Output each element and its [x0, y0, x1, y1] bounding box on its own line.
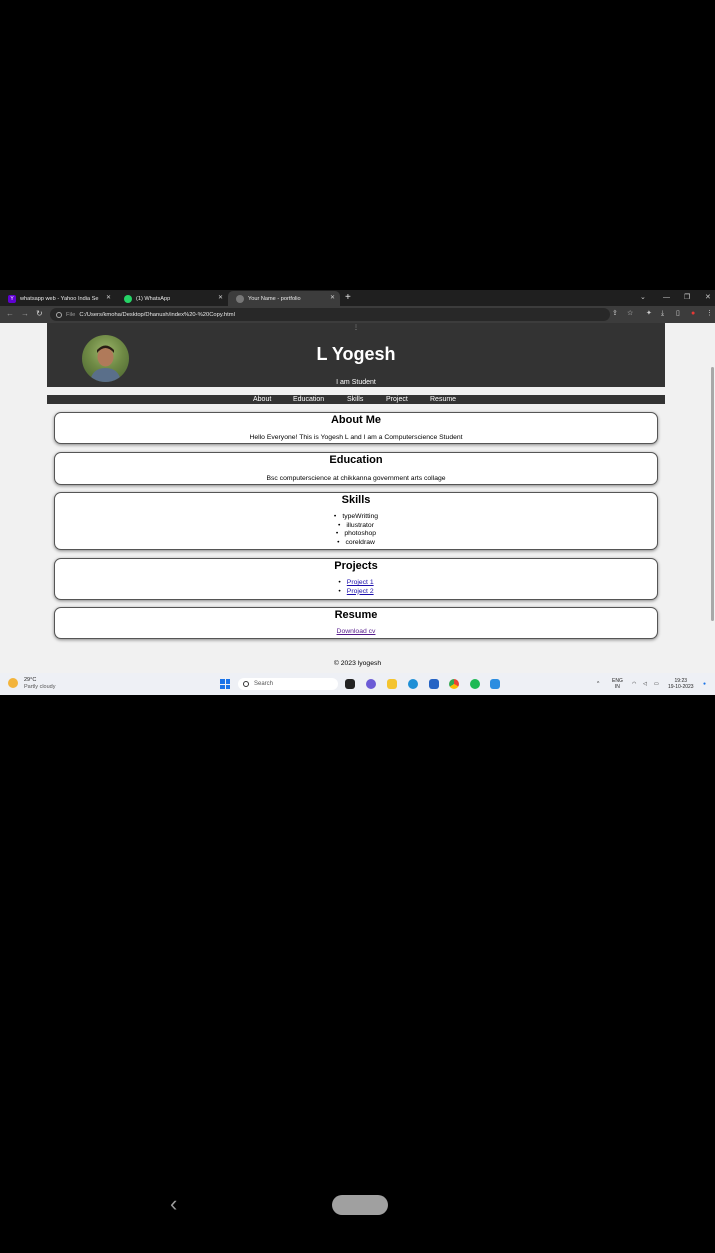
- list-item: Project 1: [55, 579, 657, 588]
- projects-section: Projects Project 1 Project 2: [54, 558, 658, 600]
- project-2-link[interactable]: Project 2: [347, 588, 374, 595]
- clock-date: 19-10-2023: [668, 684, 694, 690]
- info-icon[interactable]: [56, 311, 62, 318]
- extensions-icon[interactable]: ✦: [646, 309, 652, 318]
- android-home-pill[interactable]: [332, 1195, 388, 1215]
- project-1-link[interactable]: Project 1: [347, 579, 374, 586]
- close-icon[interactable]: ✕: [106, 294, 111, 301]
- skills-list: typeWritting illustrator photoshop corel…: [55, 513, 657, 547]
- task-view-icon[interactable]: [345, 679, 355, 689]
- list-item: typeWritting: [55, 513, 657, 522]
- dots-icon: ⋮: [353, 325, 359, 331]
- vscode-icon[interactable]: [490, 679, 500, 689]
- back-icon[interactable]: ←: [6, 309, 14, 319]
- about-text: Hello Everyone! This is Yogesh L and I a…: [249, 434, 463, 441]
- new-tab-button[interactable]: +: [345, 292, 351, 303]
- education-section: Education Bsc computerscience at chikkan…: [54, 452, 658, 485]
- tab-search-icon[interactable]: ⌄: [640, 293, 646, 302]
- site-header: ⋮ L Yogesh I am Student: [47, 323, 665, 387]
- nav-resume[interactable]: Resume: [430, 396, 456, 404]
- list-item: illustrator: [55, 522, 657, 531]
- scroll-thumb[interactable]: [711, 367, 714, 621]
- chevron-up-icon[interactable]: ^: [597, 681, 599, 687]
- wifi-icon[interactable]: ◠: [632, 681, 636, 687]
- close-window-button[interactable]: ✕: [705, 293, 711, 302]
- resume-section: Resume Download cv: [54, 607, 658, 639]
- nav-project[interactable]: Project: [386, 396, 408, 404]
- download-icon[interactable]: ⤓: [661, 309, 664, 318]
- notification-bell-icon[interactable]: ●: [703, 681, 706, 687]
- tab-title: (1) WhatsApp: [136, 295, 171, 302]
- weather-temp[interactable]: 29°C: [24, 677, 36, 683]
- url-text: C:/Users/kmoha/Desktop/Dhanush/index%20-…: [79, 311, 235, 318]
- minimize-button[interactable]: —: [663, 293, 670, 302]
- page-viewport: ⋮ L Yogesh I am Student About Education …: [0, 323, 715, 673]
- list-item: photoshop: [55, 530, 657, 539]
- whatsapp-icon: [124, 294, 132, 303]
- page-subtitle: I am Student: [336, 379, 376, 386]
- edge-icon[interactable]: [408, 679, 418, 689]
- nav-education[interactable]: Education: [293, 396, 324, 404]
- skills-section: Skills typeWritting illustrator photosho…: [54, 492, 658, 550]
- search-placeholder: Search: [254, 681, 274, 687]
- tab-yahoo[interactable]: Y whatsapp web - Yahoo India Se ✕: [0, 291, 116, 306]
- nav-skills[interactable]: Skills: [347, 396, 363, 404]
- globe-icon: [236, 294, 244, 303]
- address-bar[interactable]: File C:/Users/kmoha/Desktop/Dhanush/inde…: [50, 308, 610, 321]
- chat-icon[interactable]: [366, 679, 376, 689]
- chrome-icon[interactable]: [449, 679, 459, 689]
- share-icon[interactable]: ⇪: [612, 309, 618, 318]
- list-item: coreldraw: [55, 539, 657, 548]
- reload-icon[interactable]: ↻: [36, 309, 43, 319]
- section-heading: Education: [329, 454, 383, 466]
- yahoo-icon: Y: [8, 294, 16, 303]
- menu-icon[interactable]: ⋮: [706, 309, 713, 318]
- section-heading: About Me: [330, 414, 382, 426]
- search-icon: [243, 681, 249, 687]
- section-heading: Resume: [334, 609, 378, 621]
- android-back-icon[interactable]: ‹: [170, 1192, 190, 1216]
- volume-icon[interactable]: ◁: [643, 681, 647, 687]
- taskbar: 29°C Partly cloudy Search ^ ENG IN ◠ ◁ ▭…: [0, 673, 715, 695]
- profile-icon[interactable]: ●: [691, 309, 695, 318]
- taskbar-search[interactable]: Search: [238, 678, 338, 690]
- nav-about[interactable]: About: [253, 396, 271, 404]
- tab-title: Your Name - portfolio: [248, 295, 301, 302]
- section-heading: Skills: [341, 494, 371, 506]
- battery-icon[interactable]: ▭: [654, 681, 659, 687]
- about-section: About Me Hello Everyone! This is Yogesh …: [54, 412, 658, 444]
- close-icon[interactable]: ✕: [330, 294, 335, 301]
- forward-icon[interactable]: →: [21, 309, 29, 319]
- page-footer: © 2023 lyogesh: [333, 660, 382, 667]
- tab-title: whatsapp web - Yahoo India Se: [20, 295, 99, 302]
- restore-button[interactable]: ❐: [684, 293, 690, 302]
- tab-portfolio[interactable]: Your Name - portfolio ✕: [228, 291, 340, 306]
- page-title: L Yogesh: [316, 344, 396, 364]
- site-nav: About Education Skills Project Resume: [47, 395, 665, 404]
- close-icon[interactable]: ✕: [218, 294, 223, 301]
- windows-start-icon[interactable]: [220, 679, 230, 689]
- tab-whatsapp[interactable]: (1) WhatsApp ✕: [116, 291, 228, 306]
- section-heading: Projects: [334, 560, 378, 572]
- clock[interactable]: 19:23 19-10-2023: [668, 678, 694, 690]
- weather-desc[interactable]: Partly cloudy: [24, 684, 56, 690]
- file-explorer-icon[interactable]: [387, 679, 397, 689]
- store-icon[interactable]: [429, 679, 439, 689]
- projects-list: Project 1 Project 2: [55, 579, 657, 596]
- weather-sun-icon[interactable]: [8, 678, 18, 688]
- region-text: IN: [614, 684, 620, 690]
- bookmark-star-icon[interactable]: ☆: [627, 309, 633, 318]
- education-text: Bsc computerscience at chikkanna governm…: [266, 475, 446, 482]
- language-indicator[interactable]: ENG IN: [612, 678, 623, 690]
- scrollbar[interactable]: [709, 323, 715, 673]
- download-cv-link[interactable]: Download cv: [337, 628, 376, 635]
- spotify-icon[interactable]: [470, 679, 480, 689]
- list-item: Project 2: [55, 588, 657, 597]
- url-scheme: File: [66, 311, 76, 318]
- sidebar-icon[interactable]: ▯: [676, 309, 680, 318]
